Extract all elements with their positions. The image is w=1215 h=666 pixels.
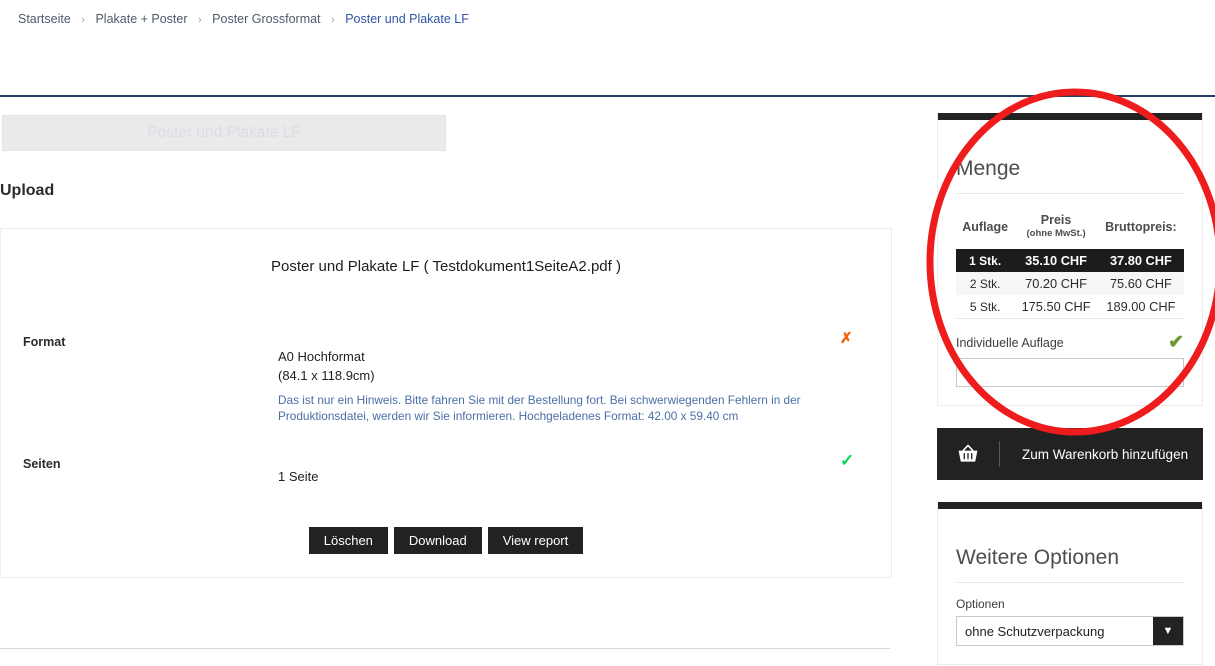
breadcrumb-item-startseite[interactable]: Startseite bbox=[18, 12, 71, 26]
individual-quantity-row: Individuelle Auflage ✔ bbox=[956, 333, 1184, 352]
panel-top-accent-bar bbox=[938, 113, 1202, 120]
individual-quantity-label: Individuelle Auflage bbox=[956, 335, 1064, 350]
breadcrumb-separator-icon: › bbox=[198, 14, 202, 26]
cell-brutto: 37.80 CHF bbox=[1097, 249, 1184, 272]
breadcrumb-item-plakate-poster[interactable]: Plakate + Poster bbox=[95, 12, 187, 26]
format-value-line1: A0 Hochformat bbox=[278, 349, 365, 364]
breadcrumb-item-poster-und-plakate-lf[interactable]: Poster und Plakate LF bbox=[345, 12, 469, 26]
format-hint-text: Das ist nur ein Hinweis. Bitte fahren Si… bbox=[278, 393, 801, 423]
format-value-line2: (84.1 x 118.9cm) bbox=[278, 368, 375, 383]
download-button[interactable]: Download bbox=[393, 527, 482, 554]
column-header-preis-sub: (ohne MwSt.) bbox=[1026, 228, 1086, 239]
options-select[interactable]: ohne Schutzverpackung ▼ bbox=[956, 616, 1184, 646]
sidebar: Menge Auflage Preis (ohne MwSt.) Bruttop… bbox=[937, 113, 1203, 665]
content-bottom-divider bbox=[0, 648, 890, 649]
cell-brutto: 75.60 CHF bbox=[1097, 272, 1184, 295]
table-row[interactable]: 5 Stk. 175.50 CHF 189.00 CHF bbox=[956, 295, 1184, 319]
price-table: Auflage Preis (ohne MwSt.) Bruttopreis: … bbox=[956, 208, 1184, 319]
options-select-value: ohne Schutzverpackung bbox=[965, 623, 1105, 639]
add-to-cart-button[interactable]: Zum Warenkorb hinzufügen bbox=[937, 428, 1203, 480]
options-panel-heading: Weitere Optionen bbox=[956, 509, 1184, 583]
view-report-button[interactable]: View report bbox=[487, 527, 584, 554]
format-row-label: Format bbox=[23, 335, 66, 349]
shopping-basket-icon bbox=[937, 444, 999, 464]
table-row[interactable]: 1 Stk. 35.10 CHF 37.80 CHF bbox=[956, 249, 1184, 272]
column-header-preis: Preis (ohne MwSt.) bbox=[1014, 208, 1097, 249]
cell-preis: 70.20 CHF bbox=[1014, 272, 1098, 295]
chevron-down-icon[interactable]: ▼ bbox=[1153, 617, 1183, 645]
cell-auflage: 5 Stk. bbox=[956, 295, 1015, 319]
cell-preis: 175.50 CHF bbox=[1014, 295, 1098, 319]
table-row[interactable]: 2 Stk. 70.20 CHF 75.60 CHF bbox=[956, 272, 1184, 295]
quantity-panel-heading: Menge bbox=[956, 120, 1184, 194]
add-to-cart-label: Zum Warenkorb hinzufügen bbox=[1022, 446, 1189, 462]
action-button-row: Löschen Download View report bbox=[1, 527, 891, 554]
check-icon: ✓ bbox=[840, 451, 855, 470]
individual-quantity-input[interactable] bbox=[956, 358, 1184, 387]
check-icon: ✔ bbox=[1168, 332, 1184, 353]
column-header-preis-main: Preis bbox=[1040, 213, 1072, 227]
delete-button[interactable]: Löschen bbox=[308, 527, 388, 554]
upload-card: Poster und Plakate LF ( Testdokument1Sei… bbox=[0, 228, 892, 578]
breadcrumb-separator-icon: › bbox=[331, 14, 335, 26]
quantity-panel: Menge Auflage Preis (ohne MwSt.) Bruttop… bbox=[937, 113, 1203, 406]
format-value: A0 Hochformat (84.1 x 118.9cm) bbox=[278, 347, 375, 385]
breadcrumb-separator-icon: › bbox=[81, 14, 85, 26]
cell-preis: 35.10 CHF bbox=[1014, 249, 1098, 272]
options-field-label: Optionen bbox=[956, 597, 1005, 611]
document-title: Poster und Plakate LF ( Testdokument1Sei… bbox=[271, 258, 621, 275]
seiten-row-label: Seiten bbox=[23, 457, 61, 471]
panel-top-accent-bar bbox=[938, 502, 1202, 509]
breadcrumb: Startseite › Plakate + Poster › Poster G… bbox=[18, 12, 469, 26]
options-panel: Weitere Optionen Optionen ohne Schutzver… bbox=[937, 502, 1203, 665]
cell-auflage: 2 Stk. bbox=[956, 272, 1015, 295]
header-divider bbox=[0, 95, 1215, 97]
table-header-row: Auflage Preis (ohne MwSt.) Bruttopreis: bbox=[956, 208, 1184, 249]
breadcrumb-item-poster-grossformat[interactable]: Poster Grossformat bbox=[212, 12, 320, 26]
column-header-auflage: Auflage bbox=[962, 220, 1009, 234]
seiten-value: 1 Seite bbox=[278, 469, 319, 484]
upload-heading: Upload bbox=[0, 182, 55, 199]
cell-brutto: 189.00 CHF bbox=[1097, 295, 1184, 319]
column-header-bruttopreis: Bruttopreis: bbox=[1105, 220, 1177, 234]
product-title-box: Poster und Plakate LF bbox=[2, 115, 446, 151]
cell-auflage: 1 Stk. bbox=[956, 249, 1015, 272]
cross-icon: ✗ bbox=[840, 330, 853, 347]
page-root: Startseite › Plakate + Poster › Poster G… bbox=[0, 0, 1215, 666]
product-title-text: Poster und Plakate LF bbox=[147, 124, 301, 141]
main-content: Poster und Plakate LF Upload Poster und … bbox=[0, 100, 900, 666]
